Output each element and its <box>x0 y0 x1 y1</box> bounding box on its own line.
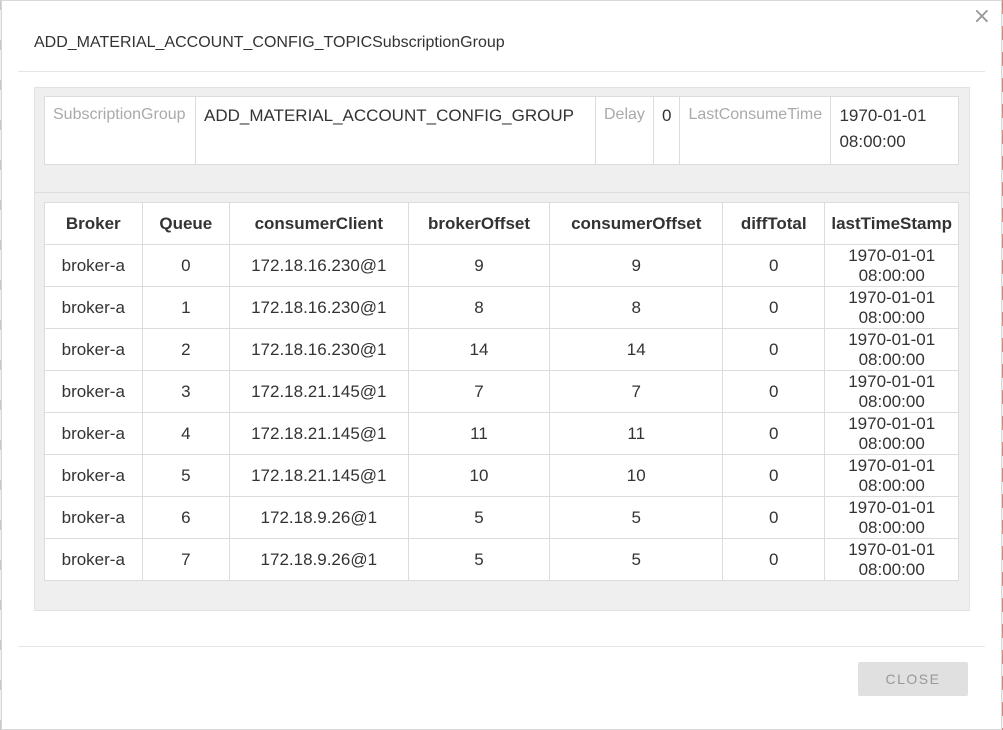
table-cell: 1970-01-01 08:00:00 <box>824 454 959 497</box>
table-cell: 172.18.21.145@1 <box>229 412 409 455</box>
table-cell: broker-a <box>44 412 143 455</box>
table-cell: 11 <box>549 412 724 455</box>
table-cell: 172.18.16.230@1 <box>229 286 409 329</box>
table-cell: 0 <box>141 244 231 287</box>
footer-divider <box>18 646 985 647</box>
table-cell: 172.18.16.230@1 <box>229 328 409 371</box>
table-cell: 172.18.16.230@1 <box>229 244 409 287</box>
dialog-body-panel: SubscriptionGroup ADD_MATERIAL_ACCOUNT_C… <box>34 87 970 611</box>
table-body: broker-a 0 172.18.16.230@1 9 9 0 1970-01-01 08… <box>44 244 959 581</box>
delay-label: Delay <box>595 96 654 165</box>
table-cell: 172.18.21.145@1 <box>229 370 409 413</box>
subscription-dialog: × ADD_MATERIAL_ACCOUNT_CONFIG_TOPICSubsc… <box>1 0 1002 730</box>
table-cell: 0 <box>722 286 826 329</box>
table-cell: 4 <box>141 412 231 455</box>
table-cell: 1970-01-01 08:00:00 <box>824 244 959 287</box>
table-cell: 1970-01-01 08:00:00 <box>824 496 959 539</box>
table-cell: 5 <box>549 538 724 581</box>
table-cell: 10 <box>549 454 724 497</box>
table-row: broker-a 3 172.18.21.145@1 7 7 0 1970-01-01 08… <box>44 370 959 413</box>
table-cell: broker-a <box>44 328 143 371</box>
close-button[interactable]: CLOSE <box>858 662 968 696</box>
table-cell: 0 <box>722 538 826 581</box>
table-cell: broker-a <box>44 454 143 497</box>
table-cell: 0 <box>722 328 826 371</box>
table-cell: 1970-01-01 08:00:00 <box>824 412 959 455</box>
dialog-title: ADD_MATERIAL_ACCOUNT_CONFIG_TOPICSubscri… <box>34 34 505 51</box>
table-cell: 1970-01-01 08:00:00 <box>824 286 959 329</box>
column-header: lastTimeStamp <box>824 202 959 245</box>
table-cell: 7 <box>549 370 724 413</box>
table-cell: 0 <box>722 412 826 455</box>
column-header: consumerOffset <box>549 202 724 245</box>
table-row: broker-a 2 172.18.16.230@1 14 14 0 1970-01-01 … <box>44 328 959 371</box>
last-consume-time-label: LastConsumeTime <box>679 96 832 165</box>
section-divider <box>35 192 969 193</box>
table-cell: 14 <box>407 328 551 371</box>
table-header-row: Broker Queue consumerClient brokerOffset con… <box>44 202 959 245</box>
summary-row: SubscriptionGroup ADD_MATERIAL_ACCOUNT_C… <box>44 96 959 165</box>
table-cell: 1970-01-01 08:00:00 <box>824 328 959 371</box>
last-consume-time-value: 1970-01-01 08:00:00 <box>830 96 959 165</box>
table-cell: 172.18.9.26@1 <box>229 538 409 581</box>
table-cell: 0 <box>722 370 826 413</box>
table-cell: 5 <box>549 496 724 539</box>
table-cell: 1970-01-01 08:00:00 <box>824 538 959 581</box>
table-cell: broker-a <box>44 286 143 329</box>
table-cell: 172.18.21.145@1 <box>229 454 409 497</box>
table-cell: broker-a <box>44 370 143 413</box>
queue-offset-table: Broker Queue consumerClient brokerOffset con… <box>44 202 959 581</box>
summary-table: SubscriptionGroup ADD_MATERIAL_ACCOUNT_C… <box>44 96 959 165</box>
table-cell: 5 <box>407 496 551 539</box>
table-cell: 7 <box>141 538 231 581</box>
table-cell: 172.18.9.26@1 <box>229 496 409 539</box>
table-cell: 0 <box>722 454 826 497</box>
column-header: consumerClient <box>229 202 409 245</box>
table-cell: 0 <box>722 496 826 539</box>
subscription-group-value: ADD_MATERIAL_ACCOUNT_CONFIG_GROUP <box>195 96 596 165</box>
subscription-group-label: SubscriptionGroup <box>44 96 196 165</box>
column-header: Broker <box>44 202 143 245</box>
table-cell: 2 <box>141 328 231 371</box>
table-cell: broker-a <box>44 538 143 581</box>
table-cell: 0 <box>722 244 826 287</box>
table-cell: broker-a <box>44 244 143 287</box>
table-cell: 7 <box>407 370 551 413</box>
table-row: broker-a 4 172.18.21.145@1 11 11 0 1970-01-01 … <box>44 412 959 455</box>
column-header: brokerOffset <box>407 202 551 245</box>
table-cell: 5 <box>407 538 551 581</box>
table-cell: 9 <box>407 244 551 287</box>
column-header: diffTotal <box>722 202 826 245</box>
table-cell: 6 <box>141 496 231 539</box>
table-cell: 10 <box>407 454 551 497</box>
table-cell: 11 <box>407 412 551 455</box>
table-cell: 9 <box>549 244 724 287</box>
table-cell: 3 <box>141 370 231 413</box>
table-cell: 1 <box>141 286 231 329</box>
column-header: Queue <box>141 202 231 245</box>
table-row: broker-a 6 172.18.9.26@1 5 5 0 1970-01-01 08:0… <box>44 496 959 539</box>
table-cell: 14 <box>549 328 724 371</box>
table-row: broker-a 0 172.18.16.230@1 9 9 0 1970-01-01 08… <box>44 244 959 287</box>
table-cell: 8 <box>407 286 551 329</box>
header-divider <box>18 71 985 72</box>
table-row: broker-a 1 172.18.16.230@1 8 8 0 1970-01-01 08… <box>44 286 959 329</box>
table-cell: 8 <box>549 286 724 329</box>
close-icon[interactable]: × <box>973 4 991 30</box>
table-row: broker-a 5 172.18.21.145@1 10 10 0 1970-01-01 … <box>44 454 959 497</box>
table-cell: 1970-01-01 08:00:00 <box>824 370 959 413</box>
table-cell: broker-a <box>44 496 143 539</box>
table-cell: 5 <box>141 454 231 497</box>
table-row: broker-a 7 172.18.9.26@1 5 5 0 1970-01-01 08:0… <box>44 538 959 581</box>
delay-value: 0 <box>652 96 681 165</box>
